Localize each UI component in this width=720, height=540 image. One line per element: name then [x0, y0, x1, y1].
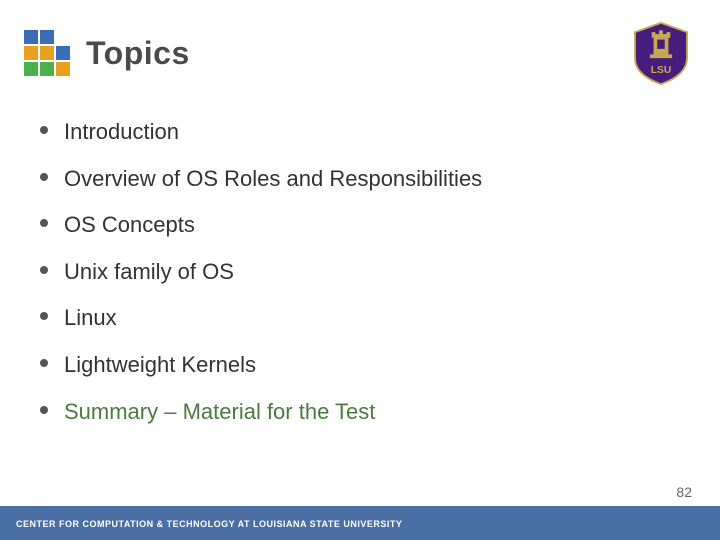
footer-bar: CENTER FOR COMPUTATION & TECHNOLOGY AT L…	[0, 508, 720, 540]
logo-cell-1	[40, 30, 54, 44]
logo-cell-2	[56, 30, 70, 44]
bullet-dot-1	[40, 173, 48, 181]
lsu-logo: LSU	[626, 18, 696, 88]
bullet-text-1: Overview of OS Roles and Responsibilitie…	[64, 165, 482, 194]
bullet-dot-4	[40, 312, 48, 320]
bullet-item-1: Overview of OS Roles and Responsibilitie…	[40, 165, 680, 194]
lsu-shield-icon: LSU	[631, 21, 691, 86]
svg-text:LSU: LSU	[651, 65, 671, 76]
bullet-dot-3	[40, 266, 48, 274]
bullet-item-3: Unix family of OS	[40, 258, 680, 287]
bullet-text-6: Summary – Material for the Test	[64, 398, 375, 427]
bullet-text-2: OS Concepts	[64, 211, 195, 240]
logo-cell-0	[24, 30, 38, 44]
slide: Topics LSU Introduction	[0, 0, 720, 540]
page-number: 82	[676, 484, 692, 500]
bullet-list: Introduction Overview of OS Roles and Res…	[40, 118, 680, 426]
slide-header: Topics LSU	[0, 0, 720, 98]
bullet-text-4: Linux	[64, 304, 117, 333]
bullet-text-0: Introduction	[64, 118, 179, 147]
slide-title: Topics	[86, 35, 190, 72]
bullet-dot-2	[40, 219, 48, 227]
bullet-item-0: Introduction	[40, 118, 680, 147]
logo-cell-8	[56, 62, 70, 76]
header-left: Topics	[24, 30, 190, 76]
bullet-dot-6	[40, 406, 48, 414]
bullet-text-3: Unix family of OS	[64, 258, 234, 287]
slide-content: Introduction Overview of OS Roles and Res…	[0, 98, 720, 506]
logo-cell-3	[24, 46, 38, 60]
cct-logo	[24, 30, 70, 76]
logo-cell-4	[40, 46, 54, 60]
footer-text: CENTER FOR COMPUTATION & TECHNOLOGY AT L…	[16, 519, 402, 529]
logo-cell-5	[56, 46, 70, 60]
bullet-dot-0	[40, 126, 48, 134]
logo-cell-7	[40, 62, 54, 76]
logo-cell-6	[24, 62, 38, 76]
bullet-item-6: Summary – Material for the Test	[40, 398, 680, 427]
bullet-item-5: Lightweight Kernels	[40, 351, 680, 380]
bullet-item-4: Linux	[40, 304, 680, 333]
bullet-text-5: Lightweight Kernels	[64, 351, 256, 380]
bullet-item-2: OS Concepts	[40, 211, 680, 240]
bullet-dot-5	[40, 359, 48, 367]
